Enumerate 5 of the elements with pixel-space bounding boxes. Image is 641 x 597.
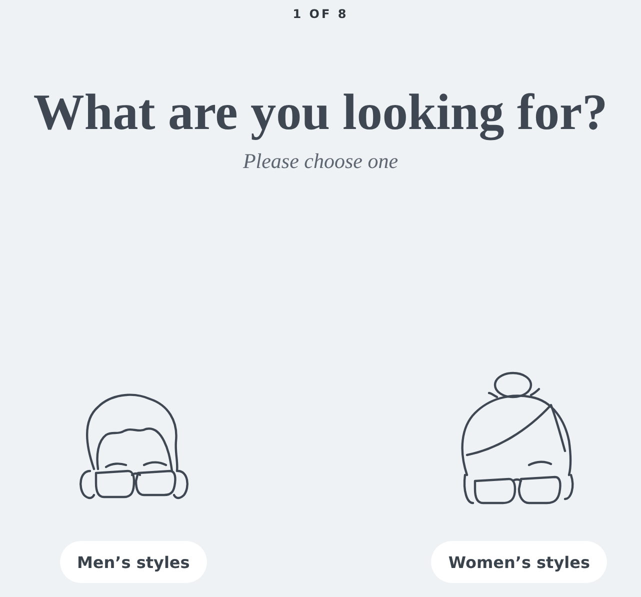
page-subtitle: Please choose one [242,149,398,174]
choice-button[interactable]: Women’s styles [431,541,607,583]
step-counter: 1 OF 8 [292,7,348,21]
page-title: What are you looking for? [33,84,608,143]
choice-button[interactable]: Men’s styles [60,541,207,583]
